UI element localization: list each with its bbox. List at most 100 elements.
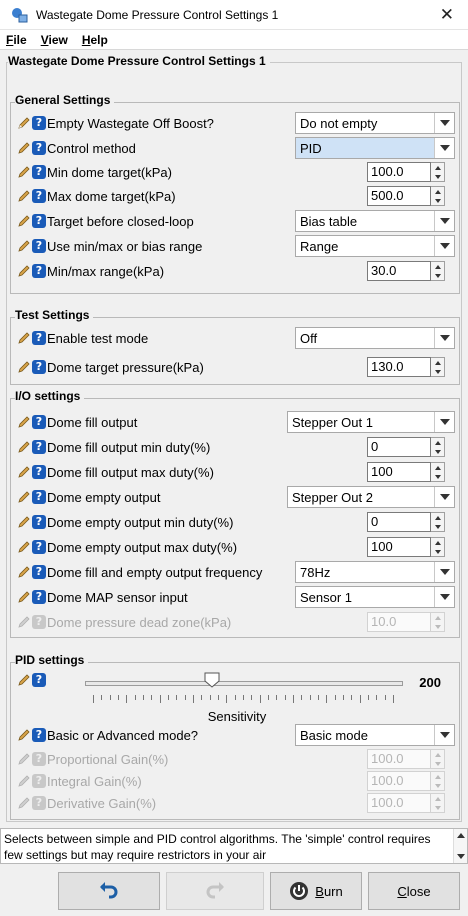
chevron-down-icon[interactable] <box>434 138 454 158</box>
help-icon[interactable]: ? <box>32 590 46 604</box>
target-before-closed-loop-dropdown[interactable]: Bias table <box>295 210 455 232</box>
spin-up-icon[interactable] <box>431 262 444 271</box>
spin-up-icon[interactable] <box>431 463 444 472</box>
edit-icon[interactable] <box>17 515 31 529</box>
edit-icon[interactable] <box>17 116 31 130</box>
minmax-range-spinner[interactable]: 30.0 <box>367 261 445 281</box>
burn-button[interactable]: Burn <box>270 872 362 910</box>
max-dome-target-spinner[interactable]: 500.0 <box>367 186 445 206</box>
spin-up-icon[interactable] <box>431 438 444 447</box>
help-icon[interactable]: ? <box>32 165 46 179</box>
chevron-down-icon[interactable] <box>434 587 454 607</box>
edit-icon[interactable] <box>17 189 31 203</box>
spin-down-icon[interactable] <box>431 367 444 376</box>
spin-down-icon[interactable] <box>431 522 444 531</box>
help-icon[interactable]: ? <box>32 189 46 203</box>
spin-up-icon[interactable] <box>431 187 444 196</box>
help-icon[interactable]: ? <box>32 239 46 253</box>
help-icon[interactable]: ? <box>32 673 46 687</box>
spin-down-icon[interactable] <box>431 547 444 556</box>
spin-down-icon[interactable] <box>431 447 444 456</box>
chevron-down-icon[interactable] <box>434 113 454 133</box>
edit-icon[interactable] <box>17 415 31 429</box>
menu-view[interactable]: View <box>41 33 68 47</box>
slider-tick <box>310 695 311 700</box>
help-icon[interactable]: ? <box>32 565 46 579</box>
output-frequency-dropdown[interactable]: 78Hz <box>295 561 455 583</box>
close-button[interactable]: Close <box>368 872 460 910</box>
undo-button[interactable] <box>58 872 160 910</box>
help-icon[interactable]: ? <box>32 540 46 554</box>
min-dome-target-spinner[interactable]: 100.0 <box>367 162 445 182</box>
control-method-dropdown[interactable]: PID <box>295 137 455 159</box>
help-icon[interactable]: ? <box>32 331 46 345</box>
edit-icon[interactable] <box>17 565 31 579</box>
menu-file[interactable]: File <box>6 33 27 47</box>
dome-fill-output-dropdown[interactable]: Stepper Out 1 <box>287 411 455 433</box>
spin-up-icon[interactable] <box>431 513 444 522</box>
dome-empty-min-duty-spinner[interactable]: 0 <box>367 512 445 532</box>
help-icon[interactable]: ? <box>32 415 46 429</box>
dome-empty-max-duty-spinner[interactable]: 100 <box>367 537 445 557</box>
spin-down-icon[interactable] <box>431 172 444 181</box>
menu-help[interactable]: Help <box>82 33 108 47</box>
help-icon[interactable]: ? <box>32 116 46 130</box>
slider-tick <box>93 695 94 703</box>
scroll-up-icon[interactable] <box>457 833 465 838</box>
slider-tick <box>168 695 169 700</box>
help-icon[interactable]: ? <box>32 728 46 742</box>
empty-wastegate-dropdown[interactable]: Do not empty <box>295 112 455 134</box>
edit-icon[interactable] <box>17 590 31 604</box>
edit-icon[interactable] <box>17 440 31 454</box>
chevron-down-icon[interactable] <box>434 562 454 582</box>
basic-advanced-dropdown[interactable]: Basic mode <box>295 724 455 746</box>
edit-icon[interactable] <box>17 264 31 278</box>
spin-down-icon[interactable] <box>431 271 444 280</box>
help-icon[interactable]: ? <box>32 264 46 278</box>
help-icon[interactable]: ? <box>32 465 46 479</box>
help-icon[interactable]: ? <box>32 141 46 155</box>
chevron-down-icon[interactable] <box>434 328 454 348</box>
minmax-or-bias-dropdown[interactable]: Range <box>295 235 455 257</box>
scroll-down-icon[interactable] <box>457 854 465 859</box>
edit-icon[interactable] <box>17 331 31 345</box>
chevron-down-icon[interactable] <box>434 725 454 745</box>
chevron-down-icon[interactable] <box>434 412 454 432</box>
chevron-down-icon[interactable] <box>434 487 454 507</box>
help-icon[interactable]: ? <box>32 214 46 228</box>
slider-track[interactable] <box>85 681 403 686</box>
test-mode-dropdown[interactable]: Off <box>295 327 455 349</box>
close-window-icon[interactable]: ✕ <box>440 5 454 25</box>
spin-up-icon[interactable] <box>431 358 444 367</box>
spin-up-icon[interactable] <box>431 538 444 547</box>
spin-up-icon[interactable] <box>431 163 444 172</box>
spin-down-icon[interactable] <box>431 472 444 481</box>
dome-empty-output-dropdown[interactable]: Stepper Out 2 <box>287 486 455 508</box>
chevron-down-icon[interactable] <box>434 211 454 231</box>
map-sensor-dropdown[interactable]: Sensor 1 <box>295 586 455 608</box>
help-icon[interactable]: ? <box>32 515 46 529</box>
edit-icon[interactable] <box>17 165 31 179</box>
edit-icon[interactable] <box>17 465 31 479</box>
edit-icon[interactable] <box>17 490 31 504</box>
field-label: Derivative Gain(%) <box>47 795 157 811</box>
edit-icon[interactable] <box>17 728 31 742</box>
edit-icon[interactable] <box>17 360 31 374</box>
spin-down-icon <box>431 759 444 768</box>
edit-icon[interactable] <box>17 141 31 155</box>
edit-icon <box>18 616 30 628</box>
edit-icon[interactable] <box>17 673 31 687</box>
spin-down-icon[interactable] <box>431 196 444 205</box>
edit-icon[interactable] <box>17 239 31 253</box>
help-icon[interactable]: ? <box>32 440 46 454</box>
dome-fill-max-duty-spinner[interactable]: 100 <box>367 462 445 482</box>
edit-icon[interactable] <box>17 540 31 554</box>
dome-target-pressure-spinner[interactable]: 130.0 <box>367 357 445 377</box>
help-icon[interactable]: ? <box>32 360 46 374</box>
dome-fill-min-duty-spinner[interactable]: 0 <box>367 437 445 457</box>
help-icon[interactable]: ? <box>32 490 46 504</box>
description-scrollbar[interactable] <box>453 829 467 863</box>
edit-icon[interactable] <box>17 214 31 228</box>
slider-thumb[interactable] <box>204 672 220 688</box>
chevron-down-icon[interactable] <box>434 236 454 256</box>
